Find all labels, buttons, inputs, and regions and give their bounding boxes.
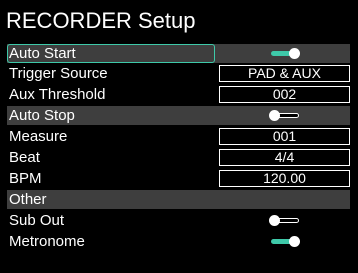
other-label: Other <box>9 191 47 208</box>
auto-stop-label: Auto Stop <box>9 107 75 124</box>
auto-stop-row[interactable]: Auto Stop <box>7 106 350 125</box>
metronome-toggle[interactable] <box>269 236 301 247</box>
auto-start-label: Auto Start <box>9 45 76 62</box>
aux-threshold-label: Aux Threshold <box>9 86 106 103</box>
metronome-label: Metronome <box>9 233 85 250</box>
bpm-label: BPM <box>9 170 42 187</box>
sub-out-row[interactable]: Sub Out <box>7 211 350 230</box>
beat-row[interactable]: Beat 4/4 <box>7 148 350 167</box>
trigger-source-label: Trigger Source <box>9 65 108 82</box>
measure-value[interactable]: 001 <box>219 128 350 145</box>
bpm-value[interactable]: 120.00 <box>219 170 350 187</box>
beat-label: Beat <box>9 149 40 166</box>
toggle-knob <box>289 236 300 247</box>
page-title: RECORDER Setup <box>6 8 196 33</box>
toggle-knob <box>289 48 300 59</box>
trigger-source-value[interactable]: PAD & AUX <box>219 65 350 82</box>
auto-start-toggle[interactable] <box>269 48 301 59</box>
sub-out-label: Sub Out <box>9 212 65 229</box>
auto-start-row[interactable]: Auto Start <box>7 44 350 63</box>
aux-threshold-value[interactable]: 002 <box>219 86 350 103</box>
auto-stop-toggle[interactable] <box>269 110 301 121</box>
bpm-row[interactable]: BPM 120.00 <box>7 169 350 188</box>
other-section-header: Other <box>7 190 350 209</box>
beat-value[interactable]: 4/4 <box>219 149 350 166</box>
metronome-row[interactable]: Metronome <box>7 232 350 251</box>
aux-threshold-row[interactable]: Aux Threshold 002 <box>7 85 350 104</box>
measure-label: Measure <box>9 128 68 145</box>
toggle-knob <box>269 215 280 226</box>
measure-row[interactable]: Measure 001 <box>7 127 350 146</box>
trigger-source-row[interactable]: Trigger Source PAD & AUX <box>7 64 350 83</box>
toggle-knob <box>269 110 280 121</box>
sub-out-toggle[interactable] <box>269 215 301 226</box>
